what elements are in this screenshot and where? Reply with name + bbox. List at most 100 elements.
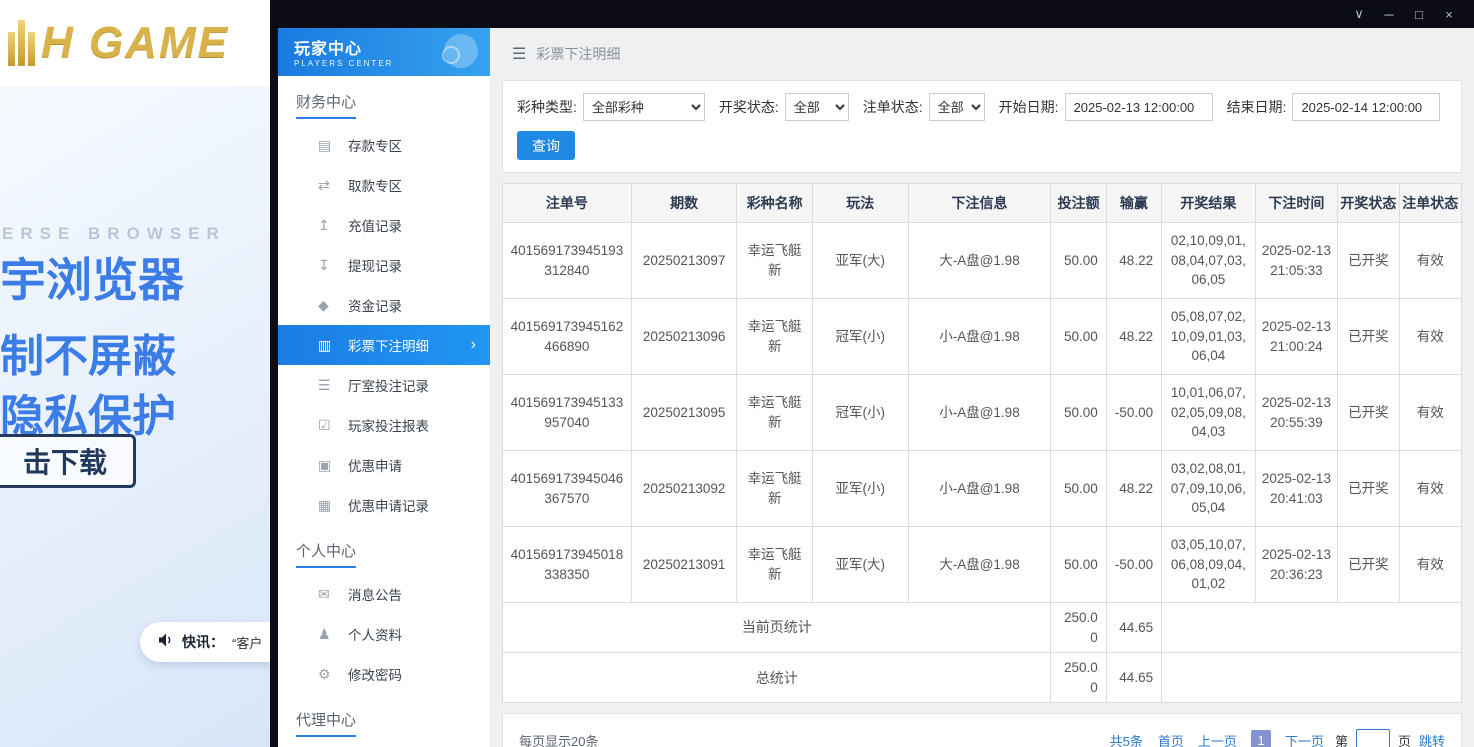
header-amount: 投注额 xyxy=(1051,184,1106,223)
page-jump-input[interactable] xyxy=(1356,729,1390,747)
cell-winloss: -50.00 xyxy=(1106,375,1161,451)
cell-period: 20250213097 xyxy=(631,223,737,299)
hall-record-icon: ☰ xyxy=(318,377,348,394)
cell-period: 20250213092 xyxy=(631,451,737,527)
hamburger-icon[interactable]: ☰ xyxy=(512,44,526,64)
main-content: ☰ 彩票下注明细 彩种类型: 全部彩种 开奖状态: 全部 xyxy=(490,28,1474,747)
order-status-label: 注单状态: xyxy=(863,97,923,117)
page-summary-winloss: 44.65 xyxy=(1106,603,1161,653)
cell-period: 20250213095 xyxy=(631,375,737,451)
cell-amount: 50.00 xyxy=(1051,451,1106,527)
sidebar-item-lottery-bet-details[interactable]: ▥ 彩票下注明细 › xyxy=(278,325,490,365)
start-date-label: 开始日期: xyxy=(999,97,1059,117)
cell-play: 亚军(大) xyxy=(812,223,908,299)
hero-promo-line-1: 宇浏览器 xyxy=(0,244,184,310)
prev-page-link[interactable]: 上一页 xyxy=(1198,731,1237,747)
sidebar-section-agent: 代理中心 xyxy=(278,694,490,743)
sidebar-item-cashout-records[interactable]: ↧ 提现记录 xyxy=(278,245,490,285)
page-summary-label: 当前页统计 xyxy=(503,603,1051,653)
total-summary-amount: 250.00 xyxy=(1051,653,1106,703)
hero-promo-line-2: 制不屏蔽 xyxy=(0,320,176,384)
cell-amount: 50.00 xyxy=(1051,223,1106,299)
speaker-icon xyxy=(158,633,174,652)
cell-draw-result: 10,01,06,07,02,05,09,08,04,03 xyxy=(1162,375,1256,451)
sidebar-item-announcements[interactable]: ✉ 消息公告 xyxy=(278,574,490,614)
download-button[interactable]: 击下载 xyxy=(0,434,136,488)
sidebar-item-fund-records[interactable]: ◆ 资金记录 xyxy=(278,285,490,325)
news-label: 快讯： xyxy=(182,632,224,652)
header-draw-result: 开奖结果 xyxy=(1162,184,1256,223)
deposit-icon: ▤ xyxy=(318,137,348,154)
cell-order-status: 有效 xyxy=(1399,527,1461,603)
end-date-input[interactable] xyxy=(1292,93,1440,121)
cell-order-status: 有效 xyxy=(1399,223,1461,299)
sidebar-item-profile[interactable]: ♟ 个人资料 xyxy=(278,614,490,654)
cell-amount: 50.00 xyxy=(1051,299,1106,375)
sidebar-item-player-report[interactable]: ☑ 玩家投注报表 xyxy=(278,405,490,445)
close-button[interactable]: × xyxy=(1434,3,1464,25)
minimize-button[interactable]: ─ xyxy=(1374,3,1404,25)
page-summary-amount: 250.00 xyxy=(1051,603,1106,653)
cell-play: 亚军(小) xyxy=(812,451,908,527)
sidebar-item-hall-bet-records[interactable]: ☰ 厅室投注记录 xyxy=(278,365,490,405)
start-date-input[interactable] xyxy=(1065,93,1213,121)
page-summary-row: 当前页统计 250.00 44.65 xyxy=(503,603,1462,653)
next-page-link[interactable]: 下一页 xyxy=(1285,731,1324,747)
cell-draw-result: 03,02,08,01,07,09,10,06,05,04 xyxy=(1162,451,1256,527)
jump-button[interactable]: 跳转 xyxy=(1419,731,1445,747)
header-period: 期数 xyxy=(631,184,737,223)
cell-bet-info: 小-A盘@1.98 xyxy=(908,375,1051,451)
header-order-status: 注单状态 xyxy=(1399,184,1461,223)
sidebar-item-deposit[interactable]: ▤ 存款专区 xyxy=(278,125,490,165)
gear-icon: ⚙ xyxy=(318,666,348,683)
globe-icon xyxy=(438,32,478,72)
cell-bet-info: 大-A盘@1.98 xyxy=(908,223,1051,299)
chevron-down-icon[interactable]: ∨ xyxy=(1344,3,1374,25)
news-text: “客户 xyxy=(232,633,262,652)
pagination-bar: 每页显示20条 共5条 首页 上一页 1 下一页 第 页 跳转 xyxy=(502,713,1462,747)
cell-bet-time: 2025-02-13 21:05:33 xyxy=(1255,223,1338,299)
cell-order-no: 401569173945018338350 xyxy=(503,527,632,603)
cashout-icon: ↧ xyxy=(318,257,348,274)
sidebar-item-promo-apply[interactable]: ▣ 优惠申请 xyxy=(278,445,490,485)
draw-status-select[interactable]: 全部 xyxy=(785,93,849,121)
order-status-select[interactable]: 全部 xyxy=(929,93,985,121)
withdraw-icon: ⇄ xyxy=(318,177,348,194)
cell-winloss: 48.22 xyxy=(1106,451,1161,527)
cell-bet-time: 2025-02-13 20:36:23 xyxy=(1255,527,1338,603)
cell-bet-info: 大-A盘@1.98 xyxy=(908,527,1051,603)
jump-prefix: 第 xyxy=(1335,731,1348,747)
sidebar-item-withdraw[interactable]: ⇄ 取款专区 xyxy=(278,165,490,205)
sidebar-item-promo-records[interactable]: ▦ 优惠申请记录 xyxy=(278,485,490,525)
cell-order-no: 401569173945162466890 xyxy=(503,299,632,375)
cell-play: 亚军(大) xyxy=(812,527,908,603)
page-summary-empty xyxy=(1162,603,1462,653)
end-date-label: 结束日期: xyxy=(1227,97,1287,117)
cell-draw-status: 已开奖 xyxy=(1338,375,1399,451)
cell-bet-time: 2025-02-13 20:41:03 xyxy=(1255,451,1338,527)
cell-lottery-name: 幸运飞艇新 xyxy=(737,299,812,375)
sidebar: 玩家中心 PLAYERS CENTER 财务中心 ▤ 存款专区 ⇄ 取款专区 ↥… xyxy=(278,28,490,747)
lottery-type-select[interactable]: 全部彩种 xyxy=(583,93,705,121)
window-titlebar: ∨ ─ □ × xyxy=(270,0,1474,28)
cell-amount: 50.00 xyxy=(1051,375,1106,451)
content-topbar: ☰ 彩票下注明细 xyxy=(502,28,1462,80)
cell-period: 20250213091 xyxy=(631,527,737,603)
bet-row: 401569173945018338350 20250213091 幸运飞艇新 … xyxy=(503,527,1462,603)
cell-winloss: -50.00 xyxy=(1106,527,1161,603)
app-window: ∨ ─ □ × 玩家中心 PLAYERS CENTER 财务中心 ▤ 存款专区 … xyxy=(270,0,1474,747)
sidebar-item-recharge-records[interactable]: ↥ 充值记录 xyxy=(278,205,490,245)
cell-draw-result: 05,08,07,02,10,09,01,03,06,04 xyxy=(1162,299,1256,375)
cell-lottery-name: 幸运飞艇新 xyxy=(737,527,812,603)
cell-bet-info: 小-A盘@1.98 xyxy=(908,299,1051,375)
sidebar-header: 玩家中心 PLAYERS CENTER xyxy=(278,28,490,76)
current-page-badge[interactable]: 1 xyxy=(1251,730,1271,747)
first-page-link[interactable]: 首页 xyxy=(1158,731,1184,747)
total-summary-winloss: 44.65 xyxy=(1106,653,1161,703)
sidebar-item-change-password[interactable]: ⚙ 修改密码 xyxy=(278,654,490,694)
bet-table: 注单号 期数 彩种名称 玩法 下注信息 投注额 输赢 开奖结果 下注时间 开奖状… xyxy=(502,183,1462,703)
maximize-button[interactable]: □ xyxy=(1404,3,1434,25)
hero-tagline: ERSE BROWSER xyxy=(2,224,226,244)
search-button[interactable]: 查询 xyxy=(517,131,575,160)
cell-lottery-name: 幸运飞艇新 xyxy=(737,223,812,299)
